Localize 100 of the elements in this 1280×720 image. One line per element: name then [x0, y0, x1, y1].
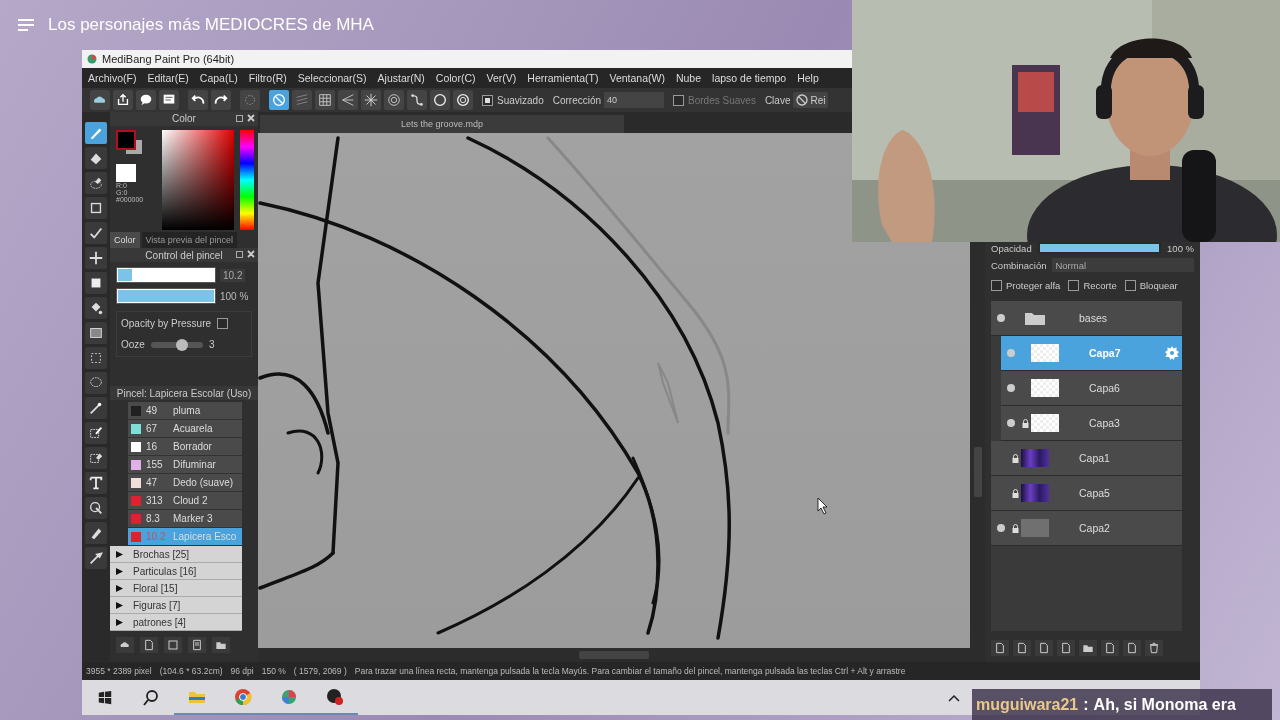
menu-item[interactable]: Capa(L) [199, 72, 238, 84]
curve-icon[interactable] [407, 90, 427, 110]
menu-item[interactable]: Filtro(R) [248, 72, 287, 84]
vanishing-point-icon[interactable] [338, 90, 358, 110]
visibility-dot[interactable] [1007, 384, 1015, 392]
undock-icon[interactable] [236, 114, 244, 122]
menu-item[interactable]: Ventana(W) [609, 72, 665, 84]
layer-row[interactable]: Capa3 [1001, 406, 1182, 441]
undo-icon[interactable] [188, 90, 208, 110]
grid-icon[interactable] [315, 90, 335, 110]
cloud-icon[interactable] [90, 90, 110, 110]
canvas[interactable] [258, 133, 970, 648]
expand-arrow-icon[interactable] [116, 601, 123, 609]
square-icon[interactable] [85, 197, 107, 219]
brush-row[interactable]: 47 Dedo (suave) [128, 474, 242, 492]
checkbox[interactable] [673, 94, 685, 106]
blend-mode-dropdown[interactable]: Normal [1052, 258, 1194, 272]
menu-item[interactable]: Seleccionar(S) [297, 72, 367, 84]
size-slider[interactable] [116, 267, 216, 283]
concentric-icon[interactable] [384, 90, 404, 110]
bucket-icon[interactable] [85, 297, 107, 319]
caret-up-icon[interactable] [948, 693, 960, 702]
circle-ruler-icon[interactable] [430, 90, 450, 110]
brush-row[interactable]: 155 Difuminar [128, 456, 242, 474]
scrollbar-thumb[interactable] [973, 447, 982, 497]
size-value[interactable]: 10.2 [220, 268, 246, 282]
settings-icon[interactable] [1164, 345, 1180, 361]
correction-dropdown[interactable]: 40 [604, 92, 665, 108]
share-icon[interactable] [113, 90, 133, 110]
new-layer-icon[interactable] [991, 640, 1009, 656]
slider-thumb[interactable] [176, 338, 189, 351]
brush-row[interactable]: 8.3 Marker 3 [128, 510, 242, 528]
no-ruler-icon[interactable] [269, 90, 289, 110]
visibility-dot[interactable] [997, 314, 1005, 322]
brush-row[interactable]: 49 pluma [128, 402, 242, 420]
ooze-slider[interactable] [150, 341, 203, 348]
checkbox[interactable] [1068, 280, 1080, 291]
selection-pen-icon[interactable] [85, 422, 107, 444]
brush-group[interactable]: Particulas [16] [110, 563, 242, 580]
hue-bar[interactable] [240, 129, 254, 230]
visibility-dot[interactable] [1007, 419, 1015, 427]
brush-group[interactable]: patrones [4] [110, 614, 242, 631]
color-picker-square[interactable] [162, 129, 234, 230]
brush-row[interactable]: 67 Acuarela [128, 420, 242, 438]
menu-item[interactable]: Help [797, 72, 819, 84]
panel-tab[interactable]: Vista previa del pincel [141, 232, 237, 248]
brush-group[interactable]: Figuras [7] [110, 597, 242, 614]
menu-item[interactable]: Ajustar(N) [377, 72, 425, 84]
layer-row[interactable]: bases [991, 301, 1182, 336]
layer-row[interactable]: Capa1 [991, 441, 1182, 476]
eraser-icon[interactable] [85, 147, 107, 169]
eyedropper-icon[interactable] [85, 547, 107, 569]
layer-row[interactable]: Capa6 [1001, 371, 1182, 406]
expand-arrow-icon[interactable] [116, 550, 123, 558]
document-icon[interactable] [188, 637, 206, 653]
magic-wand-icon[interactable] [85, 397, 107, 419]
redo-icon[interactable] [211, 90, 231, 110]
close-icon[interactable] [247, 114, 255, 122]
layer-row[interactable]: Capa5 [991, 476, 1182, 511]
brush-row[interactable]: 16 Borrador [128, 438, 242, 456]
line-tool-icon[interactable] [85, 222, 107, 244]
expand-arrow-icon[interactable] [116, 584, 123, 592]
move-icon[interactable] [85, 247, 107, 269]
radial-lines-icon[interactable] [361, 90, 381, 110]
layer-row[interactable]: Capa2 [991, 511, 1182, 546]
cloud-upload-icon[interactable] [116, 637, 134, 653]
color-swatches[interactable] [116, 129, 144, 156]
speech-bubble-icon[interactable] [136, 90, 156, 110]
folder-icon[interactable] [212, 637, 230, 653]
panel-tab[interactable]: Color [110, 232, 140, 248]
checkbox[interactable] [482, 94, 493, 106]
brush-group[interactable]: Brochas [25] [110, 546, 242, 563]
fill-square-icon[interactable] [85, 272, 107, 294]
comment-icon[interactable] [159, 90, 179, 110]
gradient-icon[interactable] [85, 322, 107, 344]
checkbox[interactable] [217, 318, 229, 329]
brush-row[interactable]: 313 Cloud 2 [128, 492, 242, 510]
document-tab[interactable]: Lets the groove.mdp [260, 115, 624, 133]
brush-group[interactable]: Floral [15] [110, 580, 242, 597]
folder-icon[interactable] [1079, 640, 1097, 656]
expand-arrow-icon[interactable] [116, 618, 123, 626]
lasso-icon[interactable] [85, 372, 107, 394]
menu-item[interactable]: lapso de tiempo [712, 72, 787, 84]
trash-icon[interactable] [1145, 640, 1163, 656]
visibility-dot[interactable] [1007, 349, 1015, 357]
text-tool-icon[interactable] [85, 472, 107, 494]
menu-item[interactable]: Archivo(F) [88, 72, 137, 84]
transparent-swatch[interactable] [116, 163, 136, 182]
menu-item[interactable]: Editar(E) [147, 72, 189, 84]
checkbox[interactable] [991, 280, 1002, 291]
visibility-dot[interactable] [997, 524, 1005, 532]
menu-item[interactable]: Ver(V) [486, 72, 517, 84]
selection-eraser-icon[interactable] [85, 447, 107, 469]
menu-item[interactable]: Herramienta(T) [527, 72, 599, 84]
blur-eraser-icon[interactable] [85, 172, 107, 194]
menu-item[interactable]: Color(C) [435, 72, 476, 84]
menu-item[interactable]: Nube [675, 72, 702, 84]
scrollbar-thumb[interactable] [579, 651, 649, 659]
new-document-icon[interactable] [140, 637, 158, 653]
checkbox[interactable] [1124, 280, 1136, 291]
